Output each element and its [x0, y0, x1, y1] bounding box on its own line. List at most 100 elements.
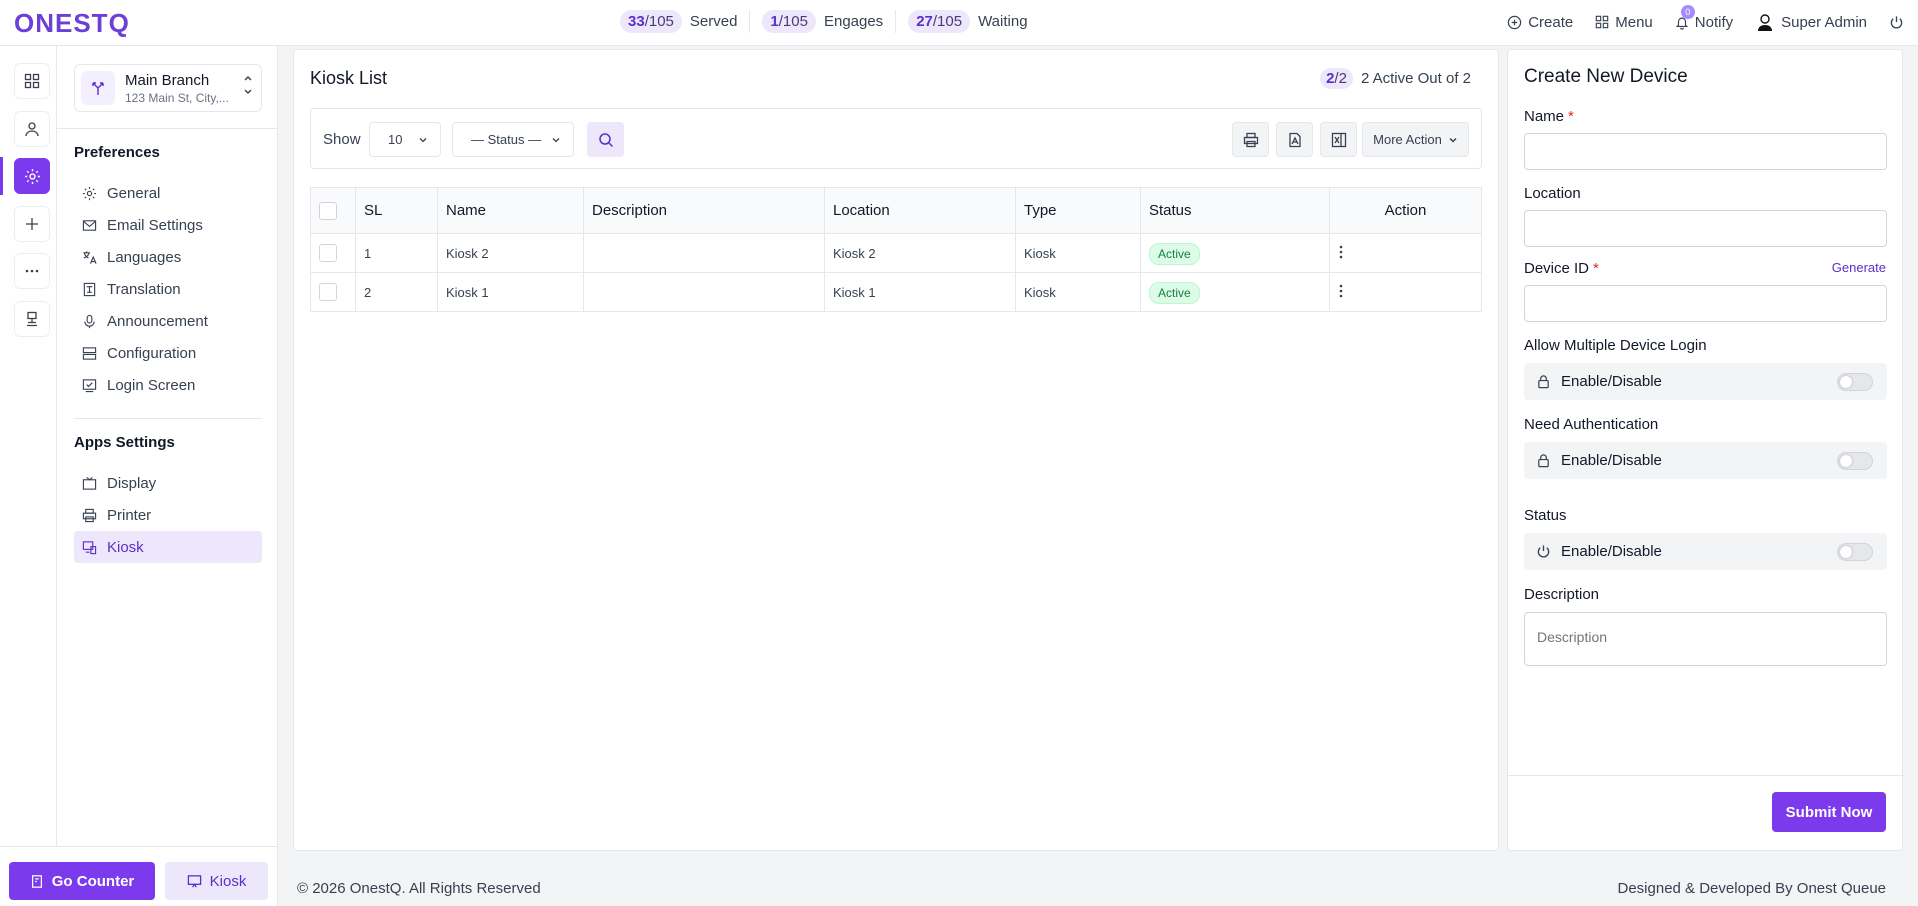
row-actions-button[interactable] [1329, 233, 1482, 273]
grid-icon [1595, 15, 1609, 29]
icon-rail [0, 46, 57, 846]
search-button[interactable] [587, 122, 624, 157]
user-menu[interactable]: Super Admin [1755, 12, 1867, 32]
sidebar-item-configuration[interactable]: Configuration [74, 337, 262, 369]
stat-pill: 27/105 [908, 10, 971, 33]
create-device-panel: Create New Device Name * Location Device … [1507, 49, 1904, 851]
sidebar-item-login-screen[interactable]: Login Screen [74, 369, 262, 401]
rail-settings-button[interactable] [14, 158, 50, 194]
chevron-down-icon [1449, 137, 1457, 143]
plus-icon [26, 218, 38, 230]
print-button[interactable] [1232, 122, 1269, 157]
cell-sl: 2 [355, 272, 438, 312]
more-vertical-icon [1339, 245, 1343, 258]
cell-name: Kiosk 1 [437, 272, 584, 312]
sidebar-item-email-settings[interactable]: Email Settings [74, 209, 262, 241]
rail-dashboard-button[interactable] [14, 63, 50, 99]
preferences-heading: Preferences [74, 144, 160, 161]
stat-pill: 33/105 [620, 10, 682, 33]
footer-copyright: © 2026 OnestQ. All Rights Reserved [297, 880, 541, 897]
search-icon [598, 132, 613, 147]
name-input[interactable] [1524, 133, 1887, 170]
multi-login-toggle[interactable] [1837, 373, 1873, 391]
sidebar-item-announcement[interactable]: Announcement [74, 305, 262, 337]
cell-description [583, 233, 825, 273]
generate-device-id-link[interactable]: Generate [1832, 260, 1886, 275]
logo[interactable]: ONESTQ [14, 8, 130, 39]
table-toolbar: Show 10 — Status — More Action [310, 108, 1482, 169]
gear-icon [82, 186, 97, 200]
sidebar-item-translation[interactable]: Translation [74, 273, 262, 305]
status-badge: Active [1149, 281, 1200, 304]
status-label: Status [1524, 507, 1567, 524]
branch-selector[interactable]: Main Branch 123 Main St, City,... [74, 64, 262, 112]
kiosk-icon [82, 540, 97, 554]
apps-settings-heading: Apps Settings [74, 434, 175, 451]
device-id-input[interactable] [1524, 285, 1887, 322]
name-label: Name * [1524, 108, 1574, 125]
rail-active-marker [0, 157, 3, 195]
auth-toggle[interactable] [1837, 452, 1873, 470]
dashboard-icon [24, 73, 40, 89]
kiosk-list-panel: Kiosk List 2/2 2 Active Out of 2 Show 10… [293, 49, 1499, 851]
sidebar-item-kiosk[interactable]: Kiosk [74, 531, 262, 563]
table-header-row: SL Name Description Location Type Status… [310, 187, 1482, 234]
export-excel-button[interactable] [1320, 122, 1357, 157]
cell-name: Kiosk 2 [437, 233, 584, 273]
cell-type: Kiosk [1015, 272, 1141, 312]
row-checkbox[interactable] [319, 244, 337, 262]
go-counter-button[interactable]: Go Counter [9, 862, 155, 900]
column-header-name[interactable]: Name [437, 187, 584, 234]
cell-location: Kiosk 1 [824, 272, 1016, 312]
logout-button[interactable] [1889, 15, 1904, 30]
chevron-updown-icon [243, 73, 253, 101]
cell-location: Kiosk 2 [824, 233, 1016, 273]
sidebar-item-display[interactable]: Display [74, 467, 262, 499]
page-size-select[interactable]: 10 [369, 122, 441, 157]
status-toggle-row: Enable/Disable [1524, 533, 1887, 570]
counter-icon [31, 874, 42, 888]
stat-served: 33/105 Served [620, 10, 749, 33]
sidebar-item-general[interactable]: General [74, 177, 262, 209]
sidebar-item-languages[interactable]: Languages [74, 241, 262, 273]
column-header-type[interactable]: Type [1015, 187, 1141, 234]
active-count-pill: 2/2 [1320, 68, 1353, 89]
status-toggle[interactable] [1837, 543, 1873, 561]
create-button[interactable]: Create [1507, 14, 1573, 31]
select-all-checkbox[interactable] [319, 201, 337, 220]
stat-pill: 1/105 [762, 10, 816, 33]
menu-button[interactable]: Menu [1595, 14, 1653, 31]
sidebar-item-printer[interactable]: Printer [74, 499, 262, 531]
location-input[interactable] [1524, 210, 1887, 247]
column-header-action: Action [1329, 187, 1482, 234]
power-icon [1537, 545, 1550, 558]
gear-icon [24, 168, 40, 184]
row-checkbox[interactable] [319, 283, 337, 301]
column-header-location[interactable]: Location [824, 187, 1016, 234]
user-avatar-icon [1758, 14, 1773, 31]
kiosk-button[interactable]: Kiosk [165, 862, 268, 900]
multi-login-toggle-row: Enable/Disable [1524, 363, 1887, 400]
page-title: Kiosk List [310, 68, 388, 88]
column-header-sl[interactable]: SL [355, 187, 438, 234]
notify-button[interactable]: 0 Notify [1675, 4, 1733, 31]
table-row: 2 Kiosk 1 Kiosk 1 Kiosk Active [310, 272, 1482, 312]
top-actions: Create Menu 0 Notify Super Admin [1507, 4, 1904, 32]
notification-count-badge: 0 [1680, 4, 1695, 19]
column-header-description[interactable]: Description [583, 187, 825, 234]
column-header-status[interactable]: Status [1140, 187, 1330, 234]
rail-more-button[interactable] [14, 253, 50, 289]
export-pdf-button[interactable] [1276, 122, 1313, 157]
row-actions-button[interactable] [1329, 272, 1482, 312]
tv-icon [82, 476, 97, 490]
mail-icon [82, 219, 97, 231]
submit-button[interactable]: Submit Now [1772, 792, 1886, 832]
rail-users-button[interactable] [14, 111, 50, 147]
status-filter-select[interactable]: — Status — [452, 122, 574, 157]
cell-description [583, 272, 825, 312]
more-action-button[interactable]: More Action [1362, 122, 1469, 157]
rail-add-button[interactable] [14, 206, 50, 242]
rail-printer-button[interactable] [14, 301, 50, 337]
description-textarea[interactable] [1524, 612, 1887, 666]
translation-icon [83, 282, 96, 296]
